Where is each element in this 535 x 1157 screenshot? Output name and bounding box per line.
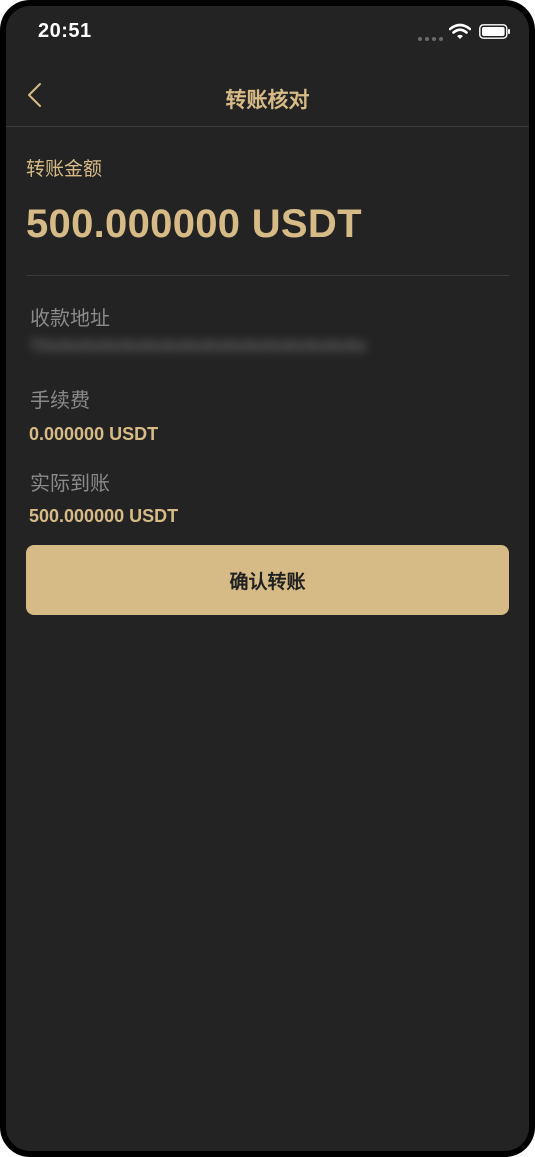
recipient-address-value: TXxXxXxXxXxXxXxXxXxXxXxXxXxXxXxXx (30, 338, 367, 357)
signal-dots-icon (418, 37, 443, 41)
fee-label: 手续费 (30, 388, 90, 412)
wifi-icon (449, 23, 471, 39)
actual-received-label: 实际到账 (30, 471, 110, 495)
page-title: 转账核对 (225, 88, 310, 112)
battery-icon (479, 24, 510, 39)
nav-bar: 转账核对 (6, 62, 529, 127)
status-time: 20:51 (38, 20, 92, 42)
status-bar: 20:51 (6, 6, 529, 62)
amount-value: 500.000000 USDT (26, 202, 362, 246)
amount-label: 转账金额 (26, 158, 103, 180)
fee-value: 0.000000 USDT (29, 424, 159, 444)
divider (26, 275, 509, 276)
recipient-address-label: 收款地址 (30, 306, 110, 330)
confirm-transfer-button[interactable]: 确认转账 (26, 545, 509, 615)
phone-frame: 20:51 转账核对 转账金额 500.000000 USDT 收款地址 TXx… (0, 0, 535, 1157)
actual-received-value: 500.000000 USDT (29, 506, 179, 526)
screen: 20:51 转账核对 转账金额 500.000000 USDT 收款地址 TXx… (6, 6, 529, 1151)
